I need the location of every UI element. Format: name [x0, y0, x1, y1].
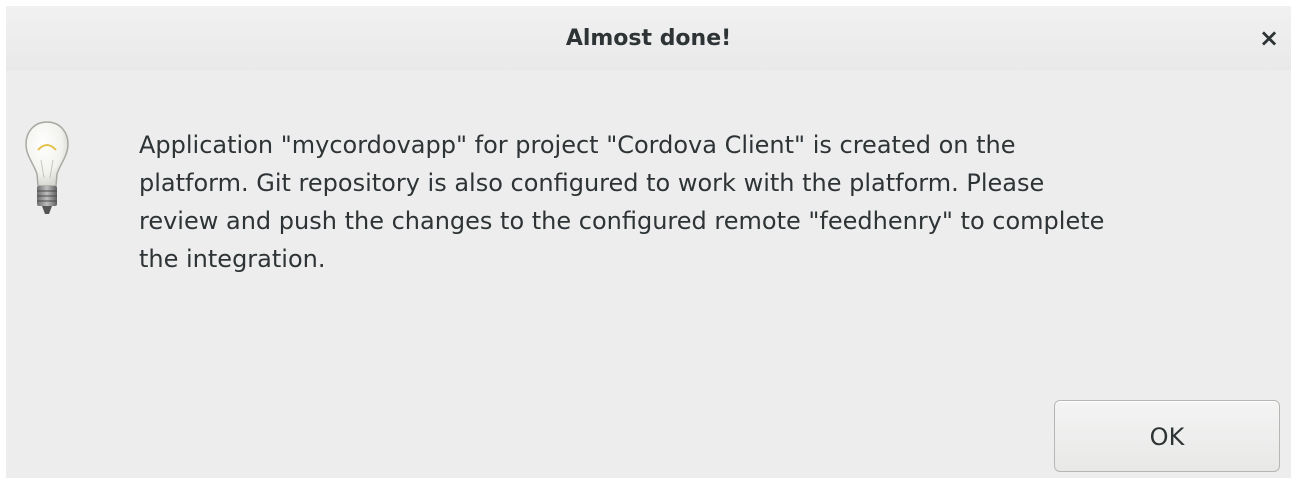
dialog-title: Almost done!: [565, 26, 732, 51]
close-button[interactable]: ×: [1251, 20, 1287, 56]
dialog-window: Almost done! × Application "mycordovapp"…: [6, 6, 1291, 478]
dialog-message: Application "mycordovapp" for project "C…: [139, 131, 1105, 273]
close-icon: ×: [1258, 24, 1280, 52]
title-bar: Almost done! ×: [6, 6, 1291, 70]
lightbulb-icon: [24, 120, 70, 220]
ok-button[interactable]: OK: [1054, 400, 1280, 472]
